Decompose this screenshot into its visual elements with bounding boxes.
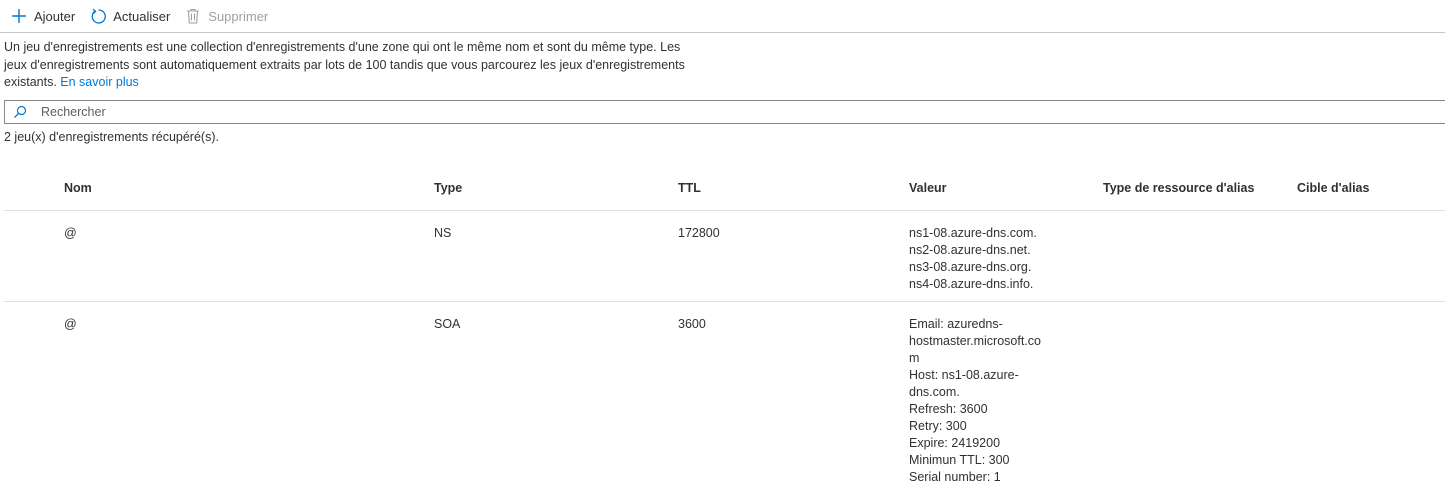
cell-type: SOA (434, 317, 461, 331)
description-line-2: jeux d'enregistrements sont automatiquem… (4, 57, 685, 72)
command-bar: Ajouter Actualiser Supprimer (0, 0, 1445, 33)
value-line: m (909, 351, 920, 365)
description-text: Un jeu d'enregistrements est une collect… (4, 39, 734, 92)
learn-more-link[interactable]: En savoir plus (60, 75, 139, 89)
cell-valeur: ns1-08.azure-dns.com. ns2-08.azure-dns.n… (909, 225, 1059, 293)
refresh-button-label: Actualiser (113, 8, 171, 24)
value-line: Expire: 2419200 (909, 436, 1001, 450)
table-header: Nom Type TTL Valeur Type de ressource d'… (4, 168, 1445, 211)
delete-button[interactable]: Supprimer (184, 0, 268, 33)
value-line: Host: ns1-08.azure- (909, 368, 1019, 382)
refresh-icon (89, 7, 107, 25)
value-line: ns3-08.azure-dns.org. (909, 260, 1032, 274)
plus-icon (10, 7, 28, 25)
table-row[interactable]: @ NS 172800 ns1-08.azure-dns.com. ns2-08… (4, 211, 1445, 302)
search-box[interactable] (4, 100, 1445, 124)
value-line: hostmaster.microsoft.co (909, 334, 1041, 348)
description-line-1: Un jeu d'enregistrements est une collect… (4, 40, 681, 54)
value-line: Serial number: 1 (909, 470, 1001, 484)
record-count: 2 jeu(x) d'enregistrements récupéré(s). (4, 130, 219, 144)
description-line-3: existants. (4, 75, 57, 89)
cell-nom[interactable]: @ (64, 316, 77, 333)
refresh-button[interactable]: Actualiser (89, 0, 170, 33)
cell-nom[interactable]: @ (64, 225, 77, 242)
search-icon (5, 101, 35, 123)
value-line: Refresh: 3600 (909, 402, 988, 416)
header-ttl[interactable]: TTL (678, 181, 701, 195)
value-line: ns2-08.azure-dns.net. (909, 243, 1031, 257)
header-alias-type[interactable]: Type de ressource d'alias (1103, 181, 1254, 195)
trash-icon (184, 7, 202, 25)
table-row[interactable]: @ SOA 3600 Email: azuredns- hostmaster.m… (4, 302, 1445, 491)
search-input[interactable] (35, 105, 1445, 119)
header-nom[interactable]: Nom (64, 181, 92, 195)
value-line: dns.com. (909, 385, 960, 399)
delete-button-label: Supprimer (208, 8, 269, 24)
record-sets-table: Nom Type TTL Valeur Type de ressource d'… (4, 168, 1445, 491)
cell-valeur: Email: azuredns- hostmaster.microsoft.co… (909, 316, 1059, 486)
add-button[interactable]: Ajouter (10, 0, 75, 33)
value-line: Retry: 300 (909, 419, 967, 433)
value-line: ns1-08.azure-dns.com. (909, 226, 1037, 240)
value-line: Minimun TTL: 300 (909, 453, 1010, 467)
cell-ttl: 172800 (678, 226, 720, 240)
header-type[interactable]: Type (434, 181, 462, 195)
header-valeur[interactable]: Valeur (909, 181, 1059, 195)
value-line: Email: azuredns- (909, 317, 1003, 331)
value-line: ns4-08.azure-dns.info. (909, 277, 1034, 291)
add-button-label: Ajouter (34, 8, 76, 24)
header-alias-target[interactable]: Cible d'alias (1297, 181, 1369, 195)
cell-ttl: 3600 (678, 317, 706, 331)
cell-type: NS (434, 226, 452, 240)
